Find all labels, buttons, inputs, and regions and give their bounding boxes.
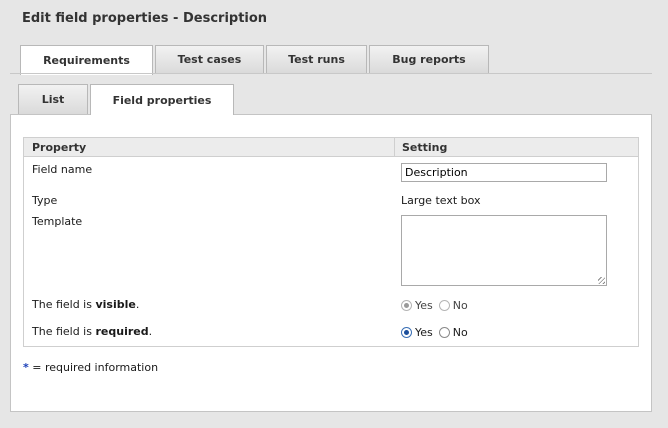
content-panel: Property Setting Field name Type Large t… — [10, 114, 652, 412]
tab-test-cases[interactable]: Test cases — [155, 45, 264, 73]
field-name-input[interactable] — [401, 163, 607, 182]
type-value: Large text box — [401, 194, 481, 207]
required-prefix: The field is — [32, 325, 96, 338]
header-setting: Setting — [402, 141, 448, 154]
tab-bug-reports[interactable]: Bug reports — [369, 45, 489, 73]
required-info-note: * = required information — [23, 361, 158, 374]
required-yes-radio[interactable] — [401, 327, 412, 338]
required-no-label: No — [452, 326, 468, 339]
visible-yes-radio[interactable] — [401, 300, 412, 311]
table-header: Property Setting — [24, 138, 638, 157]
visible-prefix: The field is — [32, 298, 96, 311]
required-label: The field is required. — [32, 325, 152, 338]
sub-tab-bar: List Field properties — [18, 84, 236, 115]
required-suffix: . — [148, 325, 153, 338]
visible-radio-group: Yes No — [401, 299, 474, 312]
visible-suffix: . — [135, 298, 140, 311]
tab-test-runs[interactable]: Test runs — [266, 45, 367, 73]
header-divider — [394, 138, 395, 156]
required-no-radio[interactable] — [438, 327, 450, 338]
required-info-text: = required information — [28, 361, 159, 374]
template-textarea[interactable] — [401, 215, 607, 286]
template-label: Template — [32, 215, 83, 228]
required-keyword: required — [95, 325, 149, 338]
subtab-list[interactable]: List — [18, 84, 88, 114]
visible-keyword: visible — [95, 298, 136, 311]
required-yes-label: Yes — [415, 326, 433, 339]
subtab-field-properties[interactable]: Field properties — [90, 84, 234, 115]
page-title: Edit field properties - Description — [22, 11, 268, 26]
visible-no-label: No — [452, 299, 468, 312]
visible-no-radio[interactable] — [438, 300, 450, 311]
field-name-label: Field name — [32, 163, 93, 176]
resize-grip-icon[interactable] — [598, 277, 605, 284]
top-tab-bar: Requirements Test cases Test runs Bug re… — [20, 45, 491, 75]
header-property: Property — [32, 141, 87, 154]
visible-label: The field is visible. — [32, 298, 139, 311]
properties-table: Property Setting Field name Type Large t… — [23, 137, 639, 347]
tab-requirements[interactable]: Requirements — [20, 45, 153, 75]
required-radio-group: Yes No — [401, 326, 474, 339]
type-label: Type — [32, 194, 58, 207]
top-tab-divider — [10, 73, 652, 74]
visible-yes-label: Yes — [415, 299, 433, 312]
